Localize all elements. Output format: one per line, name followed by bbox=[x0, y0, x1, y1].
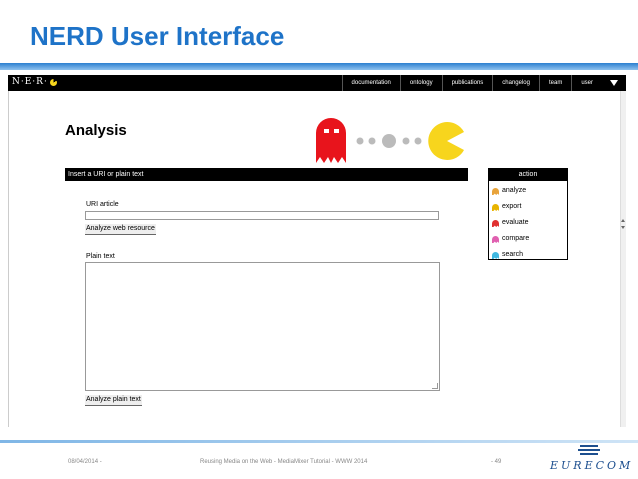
nav-changelog[interactable]: changelog bbox=[492, 75, 539, 91]
plain-text-label: Plain text bbox=[86, 253, 115, 260]
uri-label: URI article bbox=[86, 201, 119, 208]
analyze-plain-text-button[interactable]: Analyze plain text bbox=[85, 395, 142, 406]
footer-center-text: Reusing Media on the Web - MediaMixer Tu… bbox=[200, 459, 368, 465]
dot-icon bbox=[414, 137, 422, 145]
pacman-icon bbox=[428, 122, 464, 160]
slide-title: NERD User Interface bbox=[30, 21, 285, 51]
nerd-app-screenshot: N·E·R· documentation ontology publicatio… bbox=[8, 75, 626, 427]
action-label: compare bbox=[502, 235, 530, 242]
page-heading: Analysis bbox=[65, 122, 127, 139]
ghost-icon bbox=[492, 219, 499, 227]
vertical-scrollbar[interactable] bbox=[620, 91, 626, 427]
ghost-icon bbox=[492, 235, 499, 243]
eurecom-logo-text: EURECOM bbox=[550, 459, 634, 472]
plain-text-area[interactable] bbox=[85, 262, 440, 391]
action-label: export bbox=[502, 203, 522, 210]
resize-grip-icon[interactable] bbox=[432, 383, 438, 389]
action-compare[interactable]: compare bbox=[492, 231, 567, 247]
input-panel-header: Insert a URI or plain text bbox=[65, 168, 468, 181]
action-panel: action analyze export evaluate compare s… bbox=[488, 168, 568, 260]
scroll-down-icon[interactable] bbox=[621, 226, 625, 229]
frame-border bbox=[8, 91, 9, 427]
nav-menu: documentation ontology publications chan… bbox=[341, 75, 624, 91]
action-label: evaluate bbox=[502, 219, 529, 226]
footer-bar bbox=[0, 440, 638, 443]
logo-text: N·E·R· bbox=[12, 77, 48, 87]
red-ghost-icon bbox=[316, 118, 346, 163]
ghost-icon bbox=[492, 187, 499, 195]
nav-user[interactable]: user bbox=[571, 75, 602, 91]
nav-team[interactable]: team bbox=[538, 75, 571, 91]
top-navbar: N·E·R· documentation ontology publicatio… bbox=[8, 75, 626, 91]
dot-icon bbox=[402, 137, 410, 145]
nav-publications[interactable]: publications bbox=[441, 75, 493, 91]
action-analyze[interactable]: analyze bbox=[492, 183, 567, 199]
power-pellet-icon bbox=[382, 134, 396, 148]
ghost-icon bbox=[492, 203, 499, 211]
ghost-icon bbox=[492, 251, 499, 259]
analyze-web-resource-button[interactable]: Analyze web resource bbox=[85, 224, 156, 235]
footer-date: 08/04/2014 - bbox=[68, 459, 102, 465]
title-underline-bar bbox=[0, 63, 638, 70]
action-label: analyze bbox=[502, 187, 527, 194]
scroll-up-icon[interactable] bbox=[621, 219, 625, 222]
nerd-logo[interactable]: N·E·R· bbox=[12, 77, 57, 87]
uri-input[interactable] bbox=[85, 211, 439, 220]
footer-page-number: - 49 bbox=[491, 459, 502, 465]
action-export[interactable]: export bbox=[492, 199, 567, 215]
action-list: analyze export evaluate compare search bbox=[489, 181, 567, 263]
pacman-icon bbox=[49, 78, 57, 86]
ghost-pacman-illustration bbox=[316, 118, 464, 163]
action-label: search bbox=[502, 251, 524, 258]
dropdown-triangle-icon[interactable] bbox=[610, 80, 618, 86]
action-evaluate[interactable]: evaluate bbox=[492, 215, 567, 231]
action-search[interactable]: search bbox=[492, 247, 567, 263]
nav-documentation[interactable]: documentation bbox=[341, 75, 400, 91]
dot-icon bbox=[368, 137, 376, 145]
dot-icon bbox=[356, 137, 364, 145]
action-panel-title: action bbox=[489, 169, 567, 181]
nav-ontology[interactable]: ontology bbox=[399, 75, 442, 91]
